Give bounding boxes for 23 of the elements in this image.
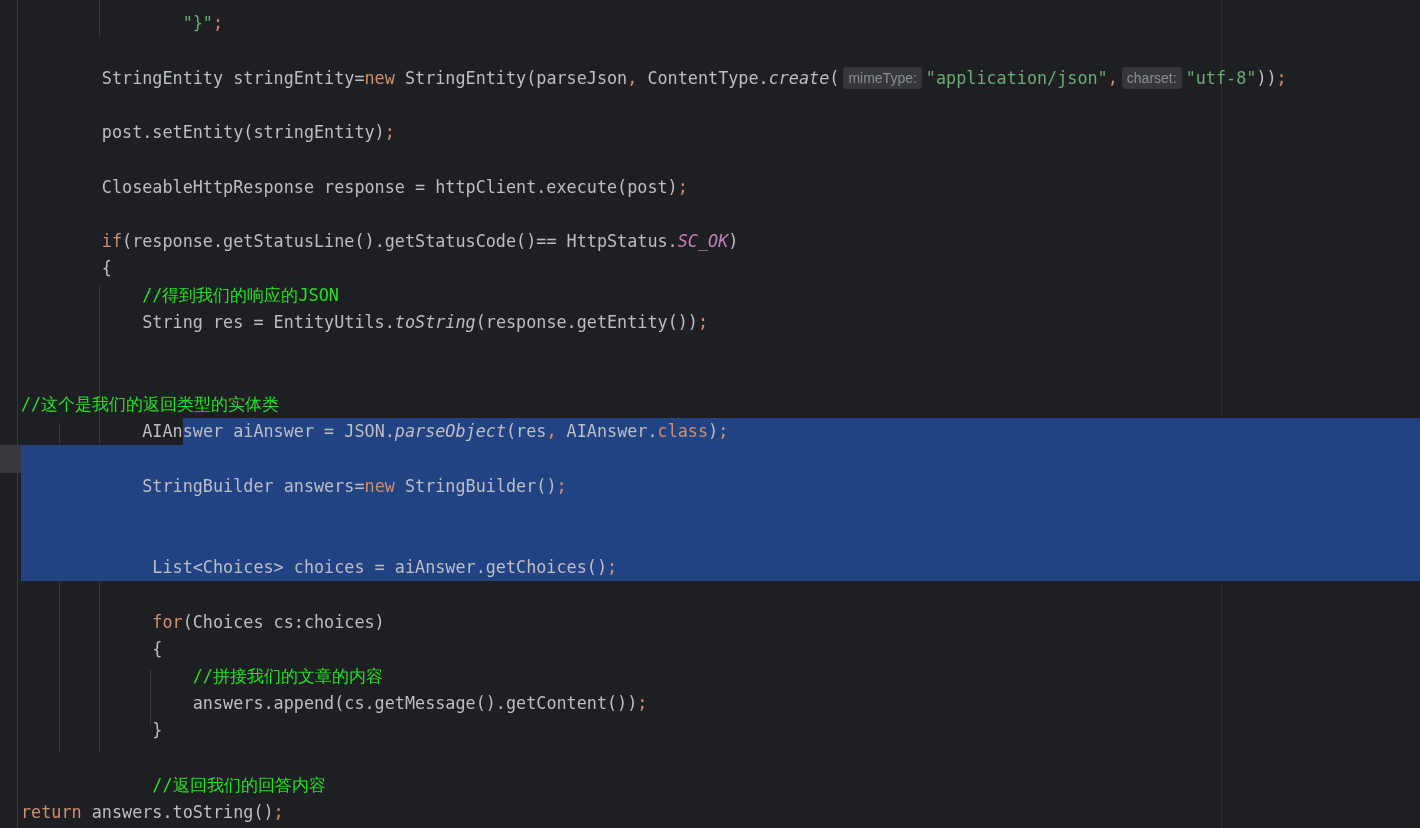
code-comment: //拼接我们的文章的内容: [192, 664, 383, 688]
code-comment: //得到我们的响应的JSON: [142, 284, 339, 308]
code-line: {: [101, 257, 112, 281]
code-line: List<Choices> choices = aiAnswer.getChoices();: [152, 556, 618, 580]
code-line: answers.append(cs.getMessage().getContent());: [192, 692, 648, 716]
code-comment: //返回我们的回答内容: [152, 773, 326, 797]
code-line: for(Choices cs:choices): [152, 610, 385, 634]
code-line: "}";: [182, 12, 224, 36]
code-line: "utf-8"));: [1185, 66, 1287, 90]
code-line: }: [152, 719, 163, 743]
code-line: String res = EntityUtils.toString(response.getEntity());: [142, 311, 709, 335]
parameter-hint: charset:: [1121, 67, 1182, 90]
code-comment: //这个是我们的返回类型的实体类: [21, 393, 280, 416]
code-line: post.setEntity(stringEntity);: [101, 121, 395, 145]
parameter-hint: mimeType:: [843, 67, 922, 90]
code-line: StringEntity stringEntity=new StringEntity(parseJson, ContentType.create(: [101, 66, 840, 90]
code-line: StringBuilder answers=new StringBuilder();: [142, 474, 567, 498]
code-line: {: [152, 637, 163, 661]
code-line: "application/json",: [925, 66, 1118, 90]
code-line: CloseableHttpResponse response = httpClient.execute(post);: [101, 175, 688, 199]
code-line: AIAnswer aiAnswer = JSON.parseObject(res, AIAnswer.class);: [142, 418, 729, 446]
code-line: if(response.getStatusLine().getStatusCode()== HttpStatus.SC_OK): [101, 229, 739, 253]
code-line: return answers.toString();: [21, 800, 284, 824]
